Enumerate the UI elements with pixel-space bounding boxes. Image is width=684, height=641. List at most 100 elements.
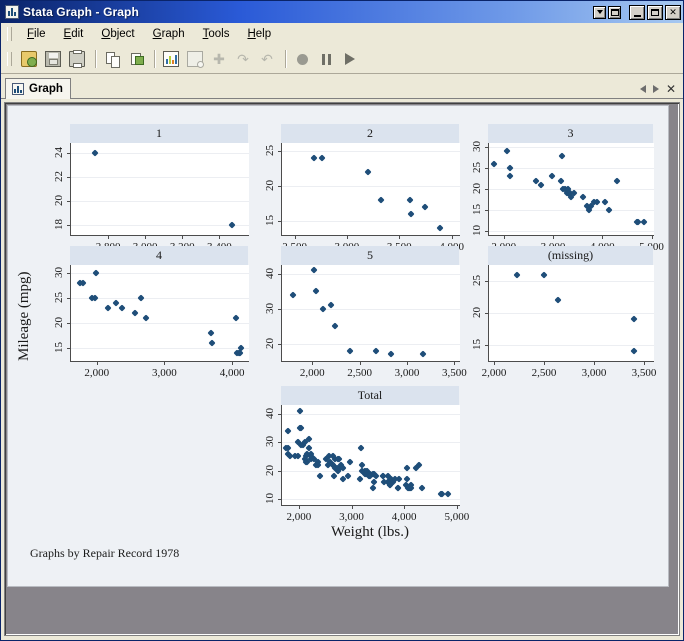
data-point <box>601 197 609 206</box>
menu-grip <box>7 26 12 41</box>
panel-title: 4 <box>70 246 248 265</box>
y-tick-label: 30 <box>264 436 276 448</box>
tab-close-icon[interactable]: ✕ <box>666 83 676 95</box>
y-tick <box>278 499 282 501</box>
menu-item-edit[interactable]: Edit <box>55 26 93 42</box>
panel-title: 1 <box>70 124 248 143</box>
data-point <box>346 458 354 466</box>
y-tick-label: 15 <box>264 215 276 227</box>
graph-editor-button[interactable] <box>160 48 182 70</box>
x-tick-label: 3,000 <box>581 367 607 379</box>
x-tick <box>451 235 453 239</box>
chart-panel-missing: (missing) 15 20 25 2,000 2,500 3,000 3,500 <box>471 246 656 379</box>
y-tick-label: 30 <box>53 267 65 279</box>
data-point <box>92 269 100 277</box>
panel-title-text: 2 <box>367 126 373 140</box>
redo-button: ↷ <box>232 48 254 70</box>
y-tick-label: 25 <box>471 162 483 174</box>
plot-area: 10152025302,0003,0004,0005,000 <box>471 142 664 253</box>
y-tick-label: 20 <box>264 180 276 192</box>
panel-title: (missing) <box>488 246 653 265</box>
x-tick <box>312 361 314 365</box>
y-tick <box>67 152 71 154</box>
x-tick-label: 2,500 <box>347 367 372 379</box>
data-point <box>557 177 565 185</box>
menu-item-file[interactable]: File <box>18 26 55 42</box>
gridline <box>489 281 654 282</box>
data-point <box>558 151 566 160</box>
data-point <box>346 346 354 355</box>
x-tick <box>602 235 604 239</box>
y-tick-label: 20 <box>471 183 483 195</box>
close-button[interactable]: ✕ <box>665 4 681 20</box>
chart-panel-3: 310152025302,0003,0004,0005,000 <box>471 124 664 253</box>
open-graph-button[interactable] <box>18 48 40 70</box>
title-bar: Stata Graph - Graph ✕ <box>1 1 683 23</box>
client-area: 1 182022242,8003,0003,2003,400 2 15 20 25 2,50… <box>4 102 680 636</box>
x-tick-label: 4,000 <box>391 511 417 523</box>
floppy-save-icon <box>45 51 61 67</box>
chart-panel-4: 4 15 20 25 30 2,000 3,000 4,000 <box>53 246 249 379</box>
graph-editor-icon <box>163 51 179 67</box>
panel-title-text: 1 <box>156 126 162 140</box>
print-graph-button[interactable] <box>66 48 88 70</box>
y-tick-label: 30 <box>264 303 276 315</box>
data-point <box>104 304 112 312</box>
graph-canvas[interactable]: 1 182022242,8003,0003,2003,400 2 15 20 25 2,50… <box>7 105 669 587</box>
y-tick <box>278 221 282 223</box>
data-point <box>503 147 511 155</box>
maximize-button[interactable] <box>647 4 663 20</box>
pause-button <box>315 48 337 70</box>
x-tick <box>108 235 110 239</box>
copy-graph-button[interactable] <box>101 48 123 70</box>
y-tick-label: 10 <box>264 493 276 505</box>
tab-next-icon[interactable] <box>652 85 659 93</box>
gridline <box>282 186 460 188</box>
x-tick <box>359 361 361 365</box>
data-point <box>490 160 498 168</box>
menu-item-graph[interactable]: Graph <box>144 26 194 42</box>
x-tick <box>456 505 458 509</box>
y-tick <box>278 343 282 345</box>
x-tick-label: 3,500 <box>631 367 657 379</box>
plot-area: 15 20 25 30 2,000 3,000 4,000 <box>53 265 249 379</box>
data-point <box>513 271 521 279</box>
chart-panel-5: 5 20 30 40 2,000 2,500 3,000 3,500 <box>264 246 467 379</box>
x-tick <box>96 361 98 365</box>
minimize-button[interactable] <box>629 4 645 20</box>
x-tick-label: 3,000 <box>152 367 177 379</box>
menu-item-object[interactable]: Object <box>92 26 143 42</box>
y-tick <box>485 209 489 211</box>
plot-area: 182022242,8003,0003,2003,400 <box>53 143 249 253</box>
menu-item-tools[interactable]: Tools <box>194 26 239 42</box>
y-tick-label: 25 <box>53 292 65 304</box>
play-button[interactable] <box>339 48 361 70</box>
menu-item-help[interactable]: Help <box>238 26 280 42</box>
gridline <box>71 201 249 203</box>
mdi-dropdown-button[interactable] <box>593 5 606 19</box>
x-tick-label: 3,000 <box>339 511 364 523</box>
x-tick-label: 2,500 <box>531 367 557 379</box>
chart-panel-2: 21520252,5003,0003,5004,000 <box>264 124 464 253</box>
y-tick <box>278 151 282 153</box>
tab-graph[interactable]: Graph <box>5 78 71 99</box>
y-tick <box>67 323 71 325</box>
save-graph-button[interactable] <box>42 48 64 70</box>
x-tick <box>406 361 408 365</box>
gridline <box>71 225 249 227</box>
y-tick <box>67 272 71 274</box>
paste-graph-button[interactable] <box>125 48 147 70</box>
toolbar-separator <box>95 50 96 68</box>
record-circle-icon <box>296 53 308 65</box>
y-tick-label: 40 <box>264 408 276 420</box>
data-point <box>613 177 621 185</box>
data-point <box>364 168 372 176</box>
tab-prev-icon[interactable] <box>639 85 646 93</box>
mdi-restore-button[interactable] <box>608 5 621 19</box>
data-point <box>506 164 514 172</box>
data-point <box>289 291 297 299</box>
data-point <box>436 224 444 232</box>
x-tick <box>404 505 406 509</box>
y-tick-label: 20 <box>53 195 65 207</box>
data-point <box>640 218 648 226</box>
